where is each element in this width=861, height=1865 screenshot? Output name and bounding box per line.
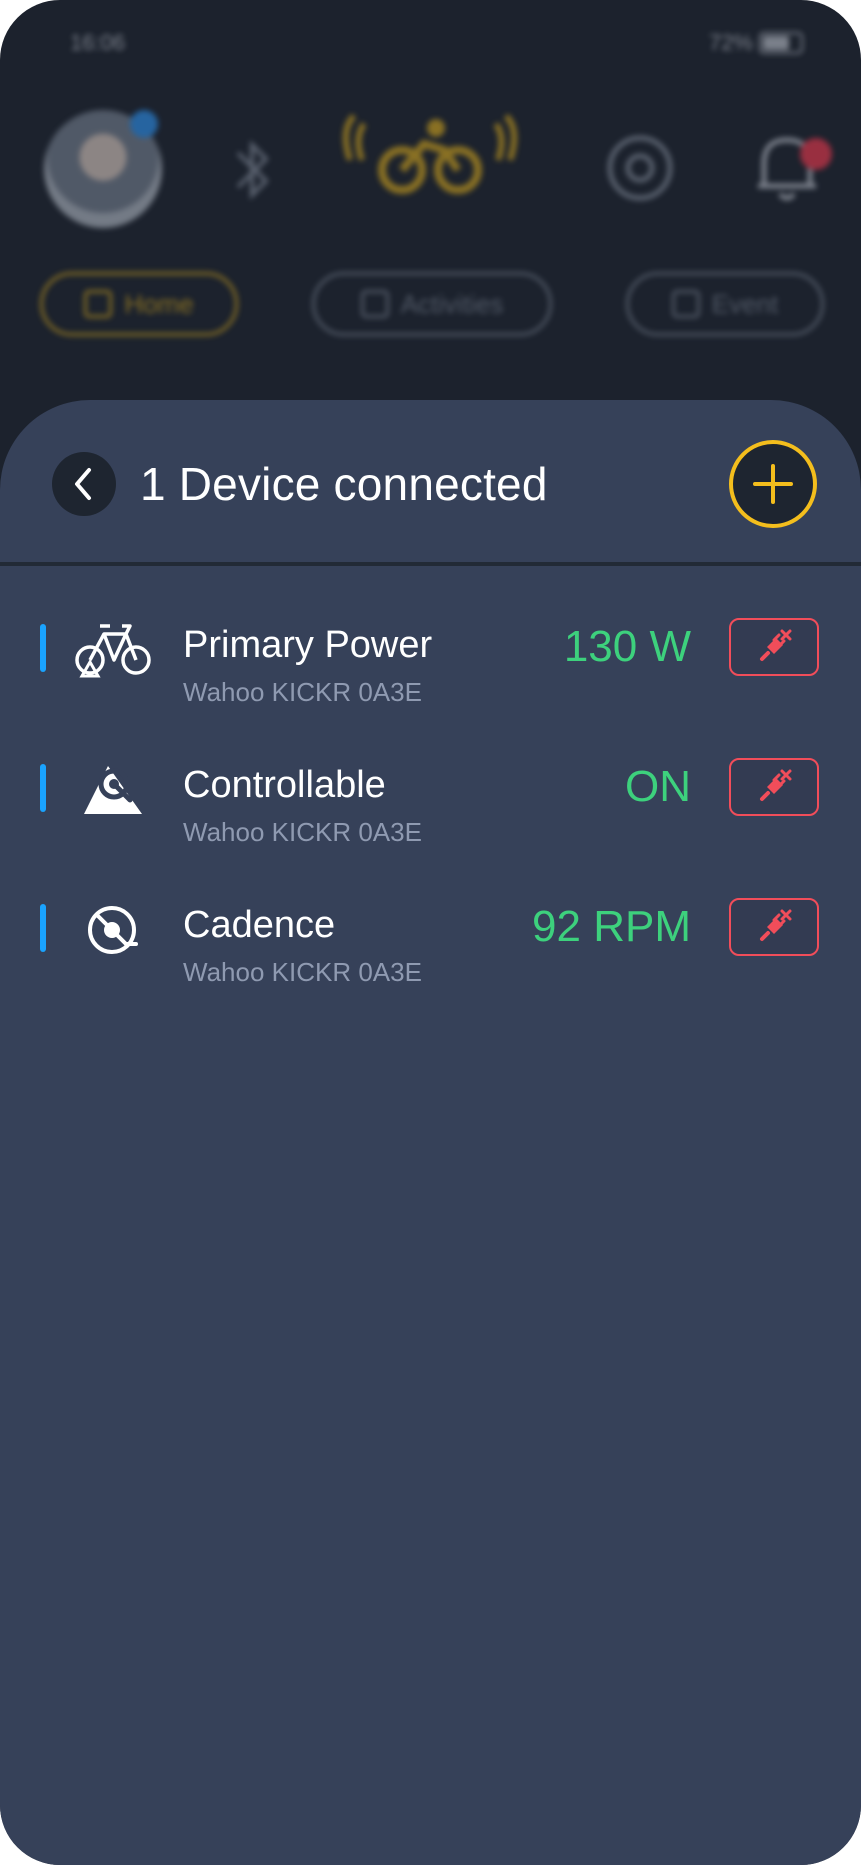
verified-badge-icon xyxy=(130,110,158,138)
controllable-icon xyxy=(84,766,142,814)
connection-indicator xyxy=(40,624,46,672)
device-name: Primary Power xyxy=(183,624,433,666)
device-model: Wahoo KICKR 0A3E xyxy=(183,957,422,987)
unplug-icon xyxy=(760,629,792,661)
device-model: Wahoo KICKR 0A3E xyxy=(183,817,422,847)
device-row-controllable[interactable]: Controllable Wahoo KICKR 0A3E ON xyxy=(0,740,861,860)
tab-event: Event xyxy=(626,272,824,336)
cyclist-broadcast-icon xyxy=(342,113,518,194)
unplug-icon xyxy=(760,909,792,941)
status-battery: 72% xyxy=(709,30,803,56)
device-name: Cadence xyxy=(183,904,336,946)
device-model: Wahoo KICKR 0A3E xyxy=(183,677,422,707)
battery-percent: 72% xyxy=(708,30,753,55)
plus-icon xyxy=(753,464,793,504)
disconnect-button[interactable] xyxy=(729,618,819,676)
connection-indicator xyxy=(40,764,46,812)
battery-icon xyxy=(759,32,803,54)
tab-home-label: Home xyxy=(124,288,194,319)
device-value: ON xyxy=(625,762,691,811)
sheet-header: 1 Device connected xyxy=(0,400,861,566)
sensor-ring-icon xyxy=(607,135,673,201)
device-value: 130 W xyxy=(563,622,691,671)
disconnect-button[interactable] xyxy=(729,898,819,956)
connection-indicator xyxy=(40,904,46,952)
grid-icon xyxy=(84,290,113,318)
clipboard-icon xyxy=(360,290,389,318)
tab-home: Home xyxy=(40,272,238,336)
device-value: 92 RPM xyxy=(532,902,691,951)
bluetooth-icon xyxy=(236,140,269,200)
unplug-icon xyxy=(760,769,792,801)
notification-badge xyxy=(800,138,832,170)
tab-event-label: Event xyxy=(711,288,779,319)
cadence-icon xyxy=(88,906,138,954)
chat-icon xyxy=(671,290,700,318)
chevron-left-icon xyxy=(75,468,91,500)
sheet-title: 1 Device connected xyxy=(140,458,548,510)
device-sheet: 1 Device connected Primary Power Wahoo K… xyxy=(0,400,861,1865)
status-time: 16:06 xyxy=(70,30,126,55)
device-row-primary-power[interactable]: Primary Power Wahoo KICKR 0A3E 130 W xyxy=(0,600,861,720)
background-tab-bar: Home Activities Event xyxy=(0,272,861,342)
add-device-button[interactable] xyxy=(729,440,817,528)
back-button[interactable] xyxy=(52,452,116,516)
device-name: Controllable xyxy=(183,764,386,806)
bicycle-icon xyxy=(75,624,151,678)
disconnect-button[interactable] xyxy=(729,758,819,816)
header-divider xyxy=(0,562,861,566)
tab-activities: Activities xyxy=(312,272,552,336)
tab-activities-label: Activities xyxy=(400,288,504,319)
device-row-cadence[interactable]: Cadence Wahoo KICKR 0A3E 92 RPM xyxy=(0,880,861,1000)
phone-screen: 16:06 72% Home Activities Event 1 Device… xyxy=(0,0,861,1865)
